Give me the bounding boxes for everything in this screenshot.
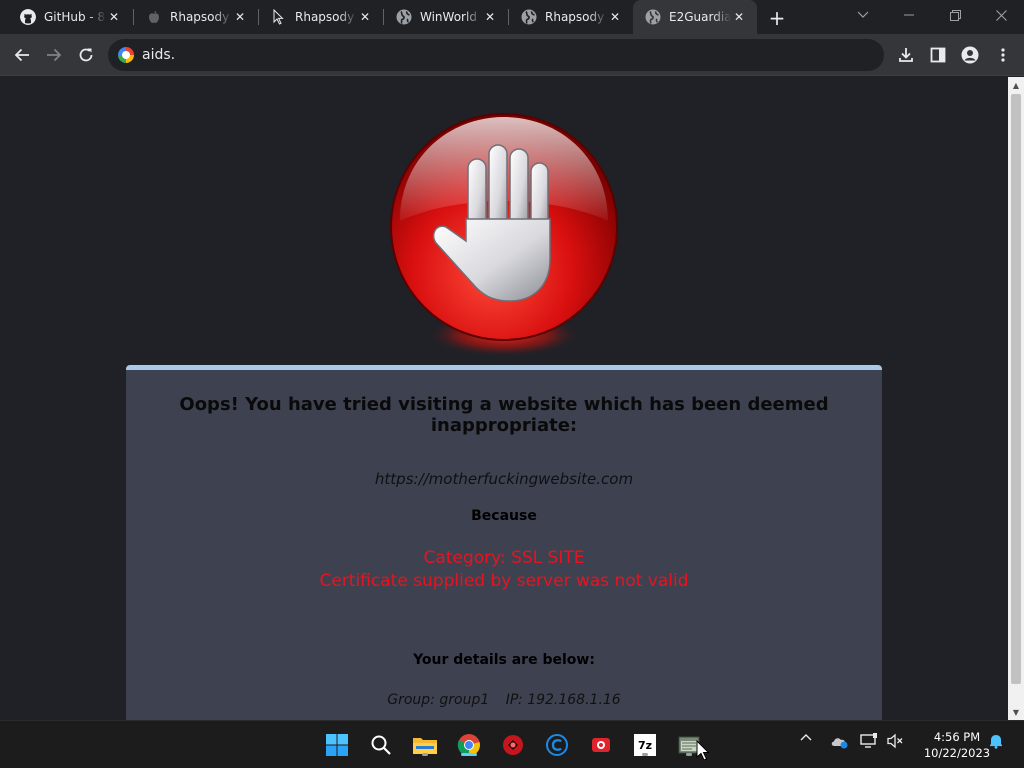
running-indicator <box>686 753 692 756</box>
tab-rhapsody-2[interactable]: Rhapsody ✕ <box>259 0 383 34</box>
address-bar-text[interactable]: aids. <box>142 47 175 63</box>
close-tab-icon[interactable]: ✕ <box>482 9 498 25</box>
page-viewport: Oops! You have tried visiting a website … <box>0 77 1008 720</box>
user-details: Group: group1 IP: 192.168.1.16 <box>126 692 882 708</box>
tab-github[interactable]: GitHub - 8 ✕ <box>8 0 132 34</box>
tab-strip: GitHub - 8 ✕ Rhapsody ✕ Rhapsody ✕ WinWo… <box>0 0 1024 34</box>
taskbar-app-chrome[interactable] <box>455 731 483 759</box>
tab-title: E2Guardia <box>669 10 731 24</box>
browser-toolbar: aids. <box>0 34 1024 76</box>
close-tab-icon[interactable]: ✕ <box>106 9 122 25</box>
close-icon <box>995 9 1007 21</box>
side-panel-button[interactable] <box>925 42 951 68</box>
reload-button[interactable] <box>73 42 99 68</box>
restore-button[interactable] <box>932 0 978 30</box>
windows-taskbar: 7z 4:56 PM 10/22/2023 <box>0 720 1024 768</box>
block-reason: Certificate supplied by server was not v… <box>319 571 689 591</box>
user-ip: IP: 192.168.1.16 <box>505 692 621 708</box>
kebab-menu-icon <box>1001 48 1005 62</box>
start-button[interactable] <box>323 731 351 759</box>
tab-winworld[interactable]: WinWorld ✕ <box>384 0 508 34</box>
close-tab-icon[interactable]: ✕ <box>607 9 623 25</box>
downloads-button[interactable] <box>893 42 919 68</box>
because-label: Because <box>471 508 537 524</box>
page-scrollbar[interactable]: ▲ ▼ <box>1008 77 1024 720</box>
details-title: Your details are below: <box>413 652 595 668</box>
taskbar-app-recorder[interactable] <box>587 731 615 759</box>
tab-e2guardian[interactable]: E2Guardia ✕ <box>633 0 757 34</box>
tab-title: Rhapsody <box>545 10 607 24</box>
block-headline: Oops! You have tried visiting a website … <box>179 394 829 436</box>
globe-icon <box>645 9 661 25</box>
scrollbar-thumb[interactable] <box>1011 94 1021 684</box>
running-indicator <box>422 753 428 756</box>
tab-search-button[interactable] <box>840 0 886 30</box>
tab-title: Rhapsody <box>295 10 357 24</box>
tab-title: Rhapsody <box>170 10 232 24</box>
block-message-panel: Oops! You have tried visiting a website … <box>126 365 882 720</box>
restore-icon <box>949 9 961 21</box>
menu-button[interactable] <box>990 42 1016 68</box>
scroll-down-icon[interactable]: ▼ <box>1008 704 1024 720</box>
cloud-icon <box>831 738 848 749</box>
taskbar-app-blue-c[interactable] <box>543 731 571 759</box>
tab-rhapsody-3[interactable]: Rhapsody ✕ <box>509 0 633 34</box>
bell-icon <box>990 735 1002 749</box>
display-icon <box>860 733 877 748</box>
chevron-down-icon <box>857 11 869 18</box>
network-tray-button[interactable] <box>858 733 880 749</box>
tab-title: WinWorld <box>420 10 482 24</box>
app-blue-c-icon <box>546 734 568 756</box>
profile-button[interactable] <box>957 42 983 68</box>
tab-rhapsody-1[interactable]: Rhapsody ✕ <box>134 0 258 34</box>
notifications-button[interactable] <box>986 733 1006 749</box>
arrow-right-icon <box>47 48 62 62</box>
mouse-cursor-icon <box>696 740 710 761</box>
running-indicator <box>642 753 648 756</box>
taskbar-app-file-explorer[interactable] <box>411 731 439 759</box>
scroll-up-icon[interactable]: ▲ <box>1008 77 1024 93</box>
forward-button[interactable] <box>41 42 67 68</box>
app-recorder-icon <box>592 738 610 752</box>
reload-icon <box>79 48 93 62</box>
speaker-muted-icon <box>887 733 903 749</box>
minimize-icon <box>904 14 914 16</box>
stop-hand-icon <box>390 113 618 357</box>
download-icon <box>899 48 913 62</box>
windows-start-icon <box>326 734 348 756</box>
loading-icon <box>273 9 284 25</box>
onedrive-tray-button[interactable] <box>828 733 850 749</box>
github-icon <box>20 9 36 25</box>
volume-tray-button[interactable] <box>884 733 906 749</box>
active-indicator <box>461 753 477 756</box>
tab-title: GitHub - 8 <box>44 10 106 24</box>
search-icon <box>371 735 391 755</box>
google-icon <box>118 47 134 63</box>
close-tab-icon[interactable]: ✕ <box>357 9 373 25</box>
side-panel-icon <box>930 47 946 63</box>
chevron-up-icon <box>800 734 812 741</box>
minimize-button[interactable] <box>886 0 932 30</box>
arrow-left-icon <box>14 48 29 62</box>
apple-icon <box>149 11 159 23</box>
blocked-url: https://motherfuckingwebsite.com <box>374 470 634 488</box>
globe-icon <box>521 9 537 25</box>
close-window-button[interactable] <box>978 0 1024 30</box>
search-button[interactable] <box>367 731 395 759</box>
close-tab-icon[interactable]: ✕ <box>731 9 747 25</box>
new-tab-button[interactable]: + <box>766 6 788 30</box>
globe-icon <box>396 9 412 25</box>
back-button[interactable] <box>9 42 35 68</box>
show-hidden-icons-button[interactable] <box>796 733 816 741</box>
profile-icon <box>961 46 979 64</box>
close-tab-icon[interactable]: ✕ <box>232 9 248 25</box>
taskbar-app-red[interactable] <box>499 731 527 759</box>
app-red-icon <box>503 735 523 755</box>
taskbar-app-7zip[interactable]: 7z <box>631 731 659 759</box>
7zip-label: 7z <box>637 738 653 752</box>
address-bar[interactable]: aids. <box>108 39 884 71</box>
block-category: Category: SSL SITE <box>423 548 585 568</box>
user-group: Group: group1 <box>387 692 490 708</box>
